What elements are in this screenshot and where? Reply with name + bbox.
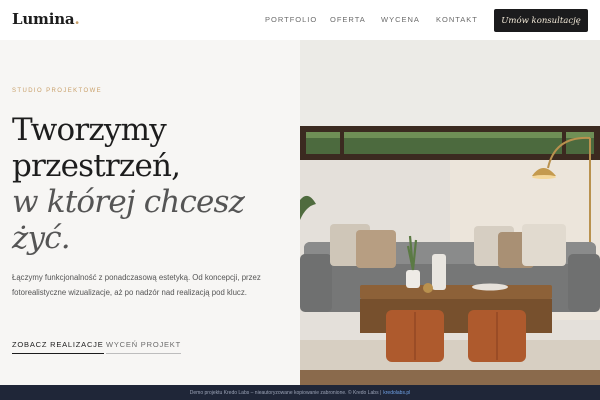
book-consultation-button[interactable]: Umów konsultację [494, 9, 588, 32]
nav-item-wycena[interactable]: WYCENA [381, 15, 420, 24]
hero-headline-line-1: Tworzymy [12, 112, 167, 148]
footer-notice: Demo projektu Kredo Labs – nieautoryzowa… [189, 389, 382, 396]
nav-item-oferta[interactable]: OFERTA [330, 15, 366, 24]
site-header: Lumina. PORTFOLIO OFERTA WYCENA KONTAKT … [0, 0, 600, 40]
nav-item-portfolio[interactable]: PORTFOLIO [265, 15, 317, 24]
view-projects-link[interactable]: ZOBACZ REALIZACJE [12, 340, 104, 354]
footer-link[interactable]: kredolabs.pl [383, 390, 410, 396]
hero-headline-line-2: przestrzeń, [12, 148, 181, 184]
site-footer: Demo projektu Kredo Labs – nieautoryzowa… [0, 385, 600, 400]
hero-headline-line-4: żyć. [12, 220, 71, 256]
hero-headline-line-3: w której chcesz [12, 184, 245, 220]
get-quote-link[interactable]: WYCEŃ PROJEKT [106, 340, 181, 354]
brand-name: Lumina [12, 10, 75, 28]
living-room-photo [300, 40, 600, 385]
hero-description: Łączymy funkcjonalność z ponadczasową es… [12, 273, 261, 297]
brand-dot: . [74, 10, 80, 28]
nav-item-kontakt[interactable]: KONTAKT [436, 15, 478, 24]
hero-eyebrow: STUDIO PROJEKTOWE [12, 88, 103, 94]
brand-logo[interactable]: Lumina. [12, 10, 80, 28]
